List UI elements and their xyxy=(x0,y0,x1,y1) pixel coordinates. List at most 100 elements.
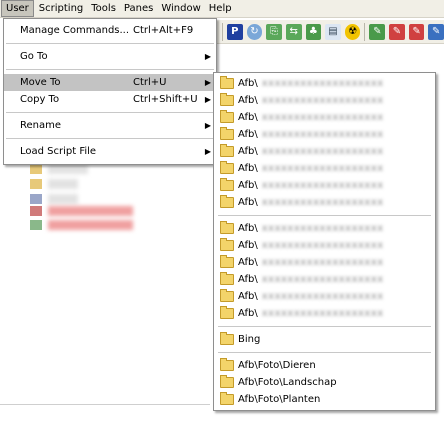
folder-item[interactable]: Bing xyxy=(216,331,433,348)
menu-item-go-to[interactable]: Go To ▶ xyxy=(4,48,216,65)
folder-item[interactable]: Afb\ xxxxxxxxxxxxxxxxxxx xyxy=(216,143,433,160)
menu-item-load-script-file[interactable]: Load Script File ▶ xyxy=(4,143,216,160)
redacted-text: xxxxxxxxxxxxxxxxxxx xyxy=(261,257,384,268)
refresh-icon[interactable]: ↻ xyxy=(246,23,263,40)
folder-item[interactable]: Afb\ xxxxxxxxxxxxxxxxxxx xyxy=(216,160,433,177)
folder-item[interactable]: Afb\ xxxxxxxxxxxxxxxxxxx xyxy=(216,271,433,288)
folder-label: Afb\ xyxy=(238,180,258,191)
folder-label: Afb\ xyxy=(238,146,258,157)
shortcut-label: Ctrl+Alt+F9 xyxy=(133,25,194,36)
folder-item[interactable]: Afb\ xxxxxxxxxxxxxxxxxxx xyxy=(216,254,433,271)
tool1-icon[interactable]: ✎ xyxy=(369,23,386,40)
redacted-text: xxxxxxxxxxxxxxxxxxx xyxy=(261,163,384,174)
p-icon[interactable]: P xyxy=(226,23,243,40)
folder-label: Afb\ xyxy=(238,240,258,251)
folder-label: Afb\ xyxy=(238,291,258,302)
menu-item-label: Go To xyxy=(20,51,48,62)
menu-separator xyxy=(6,43,214,44)
folder-icon xyxy=(220,375,234,388)
folder-item[interactable]: Afb\ xxxxxxxxxxxxxxxxxxx xyxy=(216,126,433,143)
move-to-submenu: Afb\ xxxxxxxxxxxxxxxxxxx Afb\ xxxxxxxxxxxxx… xyxy=(213,72,436,411)
folder-item[interactable]: Afb\Foto\Planten xyxy=(216,391,433,408)
radiation-icon[interactable]: ☢ xyxy=(344,23,361,40)
folder-item[interactable]: Afb\ xxxxxxxxxxxxxxxxxxx xyxy=(216,177,433,194)
copy-icon[interactable]: ⎘ xyxy=(266,23,282,40)
folder-icon xyxy=(220,195,234,208)
user-menu: Manage Commands... Ctrl+Alt+F9 Go To ▶ Move … xyxy=(3,18,217,165)
menu-item-label: Manage Commands... xyxy=(20,25,130,36)
file-name xyxy=(48,164,88,174)
menu-item-manage-commands[interactable]: Manage Commands... Ctrl+Alt+F9 xyxy=(4,22,216,39)
submenu-arrow-icon: ▶ xyxy=(204,95,211,104)
redacted-text: xxxxxxxxxxxxxxxxxxx xyxy=(261,291,384,302)
redacted-text: xxxxxxxxxxxxxxxxxxx xyxy=(261,129,384,140)
menu-tools[interactable]: Tools xyxy=(87,0,120,17)
folder-icon xyxy=(220,110,234,123)
submenu-arrow-icon: ▶ xyxy=(204,78,211,87)
menu-window[interactable]: Window xyxy=(157,0,204,17)
tool4-icon[interactable]: ✎ xyxy=(428,23,444,40)
file-icon xyxy=(30,164,42,174)
folder-icon xyxy=(220,238,234,251)
document-icon[interactable]: ▤ xyxy=(325,23,341,40)
menu-item-label: Copy To xyxy=(20,94,60,105)
redacted-text: xxxxxxxxxxxxxxxxxxx xyxy=(261,78,384,89)
folder-icon xyxy=(220,392,234,405)
folder-icon xyxy=(220,93,234,106)
folder-label: Afb\ xyxy=(238,274,258,285)
shortcut-label: Ctrl+Shift+U xyxy=(133,94,198,105)
move-icon[interactable]: ⇆ xyxy=(285,23,302,40)
folder-item[interactable]: Afb\ xxxxxxxxxxxxxxxxxxx xyxy=(216,220,433,237)
menu-item-move-to[interactable]: Move To Ctrl+U ▶ xyxy=(4,74,216,91)
folder-item[interactable]: Afb\Foto\Dieren xyxy=(216,357,433,374)
folder-item[interactable]: Afb\ xxxxxxxxxxxxxxxxxxx xyxy=(216,237,433,254)
folder-icon xyxy=(220,289,234,302)
menu-scripting[interactable]: Scripting xyxy=(35,0,87,17)
folder-icon xyxy=(220,161,234,174)
tool3-icon[interactable]: ✎ xyxy=(408,23,425,40)
shortcut-label: Ctrl+U xyxy=(133,77,167,88)
file-icon xyxy=(30,206,42,216)
menu-separator xyxy=(6,138,214,139)
redacted-text: xxxxxxxxxxxxxxxxxxx xyxy=(261,197,384,208)
file-name xyxy=(48,194,78,204)
folder-item[interactable]: Afb\ xxxxxxxxxxxxxxxxxxx xyxy=(216,194,433,211)
tree-icon[interactable]: ♣ xyxy=(305,23,322,40)
menu-user[interactable]: User xyxy=(1,0,34,17)
file-name xyxy=(48,179,78,189)
file-icon xyxy=(30,179,42,189)
file-icon xyxy=(30,220,42,230)
redacted-text: xxxxxxxxxxxxxxxxxxx xyxy=(261,180,384,191)
folder-item[interactable]: Afb\ xxxxxxxxxxxxxxxxxxx xyxy=(216,109,433,126)
menu-item-rename[interactable]: Rename ▶ xyxy=(4,117,216,134)
folder-item[interactable]: Afb\ xxxxxxxxxxxxxxxxxxx xyxy=(216,75,433,92)
folder-item[interactable]: Afb\Foto\Landschap xyxy=(216,374,433,391)
folder-icon xyxy=(220,221,234,234)
submenu-arrow-icon: ▶ xyxy=(204,52,211,61)
folder-label: Afb\ xyxy=(238,95,258,106)
folder-label: Afb\ xyxy=(238,308,258,319)
folder-item[interactable]: Afb\ xxxxxxxxxxxxxxxxxxx xyxy=(216,305,433,322)
folder-item[interactable]: Afb\ xxxxxxxxxxxxxxxxxxx xyxy=(216,288,433,305)
tool2-icon[interactable]: ✎ xyxy=(389,23,405,40)
folder-item[interactable]: Afb\ xxxxxxxxxxxxxxxxxxx xyxy=(216,92,433,109)
menu-item-label: Move To xyxy=(20,77,61,88)
submenu-arrow-icon: ▶ xyxy=(204,121,211,130)
folder-icon xyxy=(220,255,234,268)
redacted-text: xxxxxxxxxxxxxxxxxxx xyxy=(261,112,384,123)
menu-help[interactable]: Help xyxy=(205,0,236,17)
folder-label: Afb\Foto\Landschap xyxy=(238,377,337,388)
folder-icon xyxy=(220,272,234,285)
toolbar-separator xyxy=(222,22,223,41)
toolbar-separator xyxy=(364,22,366,41)
menu-item-copy-to[interactable]: Copy To Ctrl+Shift+U ▶ xyxy=(4,91,216,108)
file-icon xyxy=(30,194,42,204)
folder-label: Afb\ xyxy=(238,129,258,140)
folder-icon xyxy=(220,178,234,191)
folder-label: Afb\ xyxy=(238,223,258,234)
folder-icon xyxy=(220,358,234,371)
redacted-text: xxxxxxxxxxxxxxxxxxx xyxy=(261,240,384,251)
folder-icon xyxy=(220,127,234,140)
menu-item-label: Load Script File xyxy=(20,146,97,157)
menu-panes[interactable]: Panes xyxy=(120,0,157,17)
